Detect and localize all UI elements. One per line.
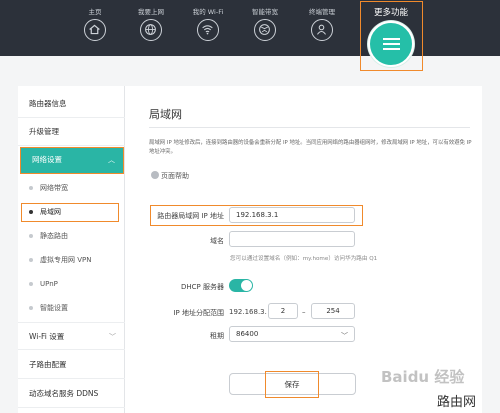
sidebar-item-smart-settings[interactable]: 智能设置 (18, 296, 125, 320)
baidu-watermark: Baidu 经验 (381, 368, 465, 386)
sidebar-item-label: 升级管理 (29, 127, 59, 136)
sidebar-item-label: 虚拟专用网 VPN (40, 256, 92, 264)
bullet-dot-icon (29, 258, 33, 262)
nav-item-internet[interactable]: 我要上网 (131, 8, 171, 41)
sidebar-item-wifi-settings[interactable]: Wi-Fi 设置 ﹀ (18, 322, 125, 350)
nav-item-smart-bandwidth[interactable]: 智能带宽 (245, 8, 285, 41)
domain-input[interactable] (229, 231, 355, 247)
lease-label: 租期 (210, 332, 224, 340)
chevron-down-icon: ﹀ (109, 333, 116, 341)
sidebar-item-label: 网络带宽 (40, 184, 68, 192)
sidebar-item-label: 路由器信息 (29, 99, 67, 108)
bullet-dot-icon (29, 234, 33, 238)
sidebar-item-label: 网络设置 (32, 155, 62, 164)
nav-item-wifi[interactable]: 我的 Wi-Fi (188, 8, 228, 41)
page-help-label: 页面帮助 (161, 172, 189, 180)
sidebar-item-label: UPnP (40, 280, 58, 288)
sidebar-item-network-bandwidth[interactable]: 网络带宽 (18, 176, 125, 200)
home-icon (84, 19, 106, 41)
sidebar-item-sub-router[interactable]: 子路由配置 (18, 351, 125, 379)
sidebar-item-upgrade[interactable]: 升级管理 (18, 118, 125, 146)
nav-label: 主页 (88, 8, 102, 16)
sidebar-item-label: 子路由配置 (29, 360, 67, 369)
sidebar-item-router-info[interactable]: 路由器信息 (18, 90, 125, 118)
bullet-dot-icon (29, 306, 33, 310)
toggle-knob (241, 280, 252, 291)
globe-icon (140, 19, 162, 41)
nav-item-devices[interactable]: 终端管理 (302, 8, 342, 41)
bullet-dot-icon (29, 210, 33, 214)
ip-range-prefix: 192.168.3. (229, 308, 267, 316)
chevron-up-icon: ︿ (108, 156, 115, 164)
main-panel: 局域网 局域网 IP 地址修改后，连接到路由器的设备会重新分配 IP 地址。当同… (125, 86, 482, 413)
ip-range-start-input[interactable] (268, 303, 298, 319)
sidebar-item-network-settings[interactable]: 网络设置 ︿ (20, 147, 124, 174)
sidebar-item-label: 局域网 (40, 208, 61, 216)
title-divider (149, 127, 470, 128)
sidebar-item-lan[interactable]: 局域网 (21, 203, 119, 222)
sidebar-item-label: 静态路由 (40, 232, 68, 240)
sidebar: 路由器信息 升级管理 网络设置 ︿ 网络带宽 局域网 静态路由 虚拟专用网 VP… (18, 86, 125, 413)
wifi-icon (197, 19, 219, 41)
save-button[interactable]: 保存 (265, 371, 319, 398)
user-icon (311, 19, 333, 41)
page-help-link[interactable]: 页面帮助 (151, 171, 189, 181)
domain-label: 域名 (210, 237, 224, 245)
site-watermark: 路由网 (437, 391, 477, 410)
sidebar-item-label: 动态域名服务 DDNS (29, 389, 99, 398)
ip-address-input[interactable] (229, 207, 355, 223)
bullet-dot-icon (29, 186, 33, 190)
sidebar-item-label: Wi-Fi 设置 (29, 332, 65, 341)
dhcp-toggle[interactable] (229, 279, 253, 292)
lease-value: 86400 (236, 330, 259, 338)
bullet-dot-icon (29, 282, 33, 286)
ip-address-label: 路由器局域网 IP 地址 (157, 212, 224, 220)
chevron-down-icon: ﹀ (341, 332, 348, 340)
sidebar-item-upnp[interactable]: UPnP (18, 272, 125, 296)
nav-label: 终端管理 (309, 8, 335, 16)
page-title: 局域网 (149, 108, 182, 121)
menu-icon (368, 21, 414, 67)
nav-label: 智能带宽 (252, 8, 278, 16)
bandwidth-globe-icon (254, 19, 276, 41)
more-functions-label: 更多功能 (373, 8, 408, 18)
domain-hint: 您可以通过设置域名（例如：my.home）访问华为路由 Q1 (230, 256, 378, 262)
sidebar-item-vpn[interactable]: 虚拟专用网 VPN (18, 248, 125, 272)
nav-label: 我的 Wi-Fi (192, 8, 224, 16)
page-description: 局域网 IP 地址修改后，连接到路由器的设备会重新分配 IP 地址。当同应用网络… (149, 140, 472, 155)
top-nav-bar: 主页 我要上网 我的 Wi-Fi 智能带宽 终端管理 (0, 0, 500, 56)
sidebar-item-ddns[interactable]: 动态域名服务 DDNS (18, 380, 125, 408)
dhcp-label: DHCP 服务器 (181, 283, 224, 291)
ip-range-separator: – (302, 308, 306, 316)
sidebar-item-static-route[interactable]: 静态路由 (18, 224, 125, 248)
ip-range-end-input[interactable] (311, 303, 355, 319)
help-icon (151, 171, 159, 179)
sidebar-item-label: 智能设置 (40, 304, 68, 312)
more-functions-button[interactable]: 更多功能 (360, 1, 423, 71)
lease-select[interactable]: 86400 ﹀ (229, 326, 355, 342)
ip-range-label: IP 地址分配范围 (173, 309, 224, 317)
nav-label: 我要上网 (138, 8, 164, 16)
nav-item-home[interactable]: 主页 (75, 8, 115, 41)
